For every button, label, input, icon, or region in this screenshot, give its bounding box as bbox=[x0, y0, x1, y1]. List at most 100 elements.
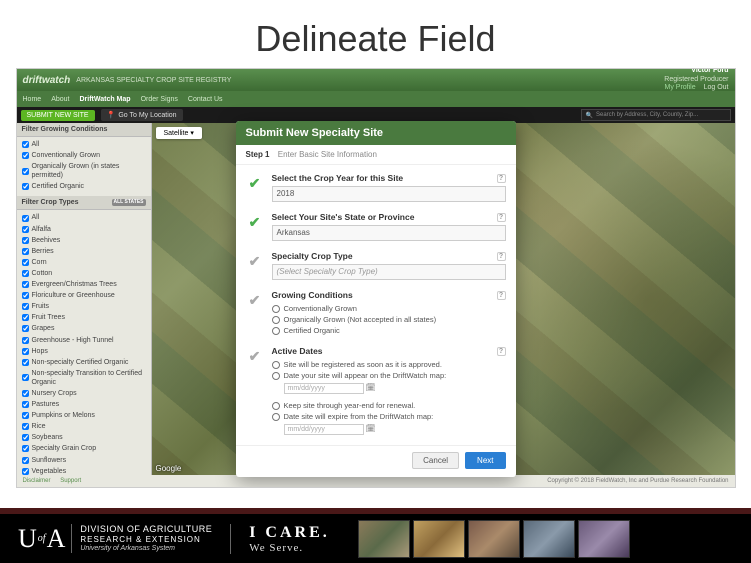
location-icon: 📍 bbox=[107, 111, 116, 119]
checkbox[interactable] bbox=[22, 412, 29, 419]
all-states-badge[interactable]: ALL STATES bbox=[112, 199, 146, 206]
list-item[interactable]: Cotton bbox=[22, 268, 146, 279]
checkbox[interactable] bbox=[22, 423, 29, 430]
list-item[interactable]: Pumpkins or Melons bbox=[22, 410, 146, 421]
radio[interactable] bbox=[272, 413, 280, 421]
list-item[interactable]: Nursery Crops bbox=[22, 388, 146, 399]
checkbox[interactable] bbox=[22, 374, 29, 381]
checkbox[interactable] bbox=[22, 337, 29, 344]
nav-about[interactable]: About bbox=[51, 96, 69, 103]
start-date-input[interactable]: mm/dd/yyyy bbox=[284, 383, 364, 394]
list-item[interactable]: All bbox=[22, 212, 146, 223]
date-option[interactable]: Date site will expire from the DriftWatc… bbox=[272, 411, 506, 422]
checkbox[interactable] bbox=[22, 303, 29, 310]
checkbox[interactable] bbox=[22, 348, 29, 355]
calendar-icon[interactable]: 🗓 bbox=[366, 383, 376, 392]
checkbox[interactable] bbox=[22, 359, 29, 366]
list-item[interactable]: Conventionally Grown bbox=[22, 150, 146, 161]
state-label: Select Your Site's State or Province bbox=[272, 212, 415, 222]
radio[interactable] bbox=[272, 361, 280, 369]
list-item[interactable]: Hops bbox=[22, 346, 146, 357]
list-item[interactable]: Floriculture or Greenhouse bbox=[22, 290, 146, 301]
list-item[interactable]: Greenhouse - High Tunnel bbox=[22, 335, 146, 346]
list-item[interactable]: Rice bbox=[22, 421, 146, 432]
checkbox[interactable] bbox=[22, 259, 29, 266]
checkbox[interactable] bbox=[22, 215, 29, 222]
next-button[interactable]: Next bbox=[465, 452, 505, 469]
help-icon[interactable]: ? bbox=[497, 174, 506, 183]
checkbox[interactable] bbox=[22, 281, 29, 288]
radio[interactable] bbox=[272, 372, 280, 380]
growing-option[interactable]: Conventionally Grown bbox=[272, 303, 506, 314]
list-item[interactable]: Certified Organic bbox=[22, 181, 146, 192]
goto-location-button[interactable]: 📍 Go To My Location bbox=[101, 109, 183, 121]
submit-new-site-button[interactable]: SUBMIT NEW SITE bbox=[21, 110, 95, 121]
checkbox[interactable] bbox=[22, 168, 29, 175]
list-item[interactable]: Vegetables bbox=[22, 466, 146, 475]
list-item[interactable]: Fruit Trees bbox=[22, 312, 146, 323]
checkbox[interactable] bbox=[22, 401, 29, 408]
checkbox[interactable] bbox=[22, 141, 29, 148]
nav-home[interactable]: Home bbox=[23, 96, 42, 103]
logout-link[interactable]: Log Out bbox=[704, 84, 729, 91]
radio[interactable] bbox=[272, 402, 280, 410]
cancel-button[interactable]: Cancel bbox=[412, 452, 459, 469]
radio[interactable] bbox=[272, 305, 280, 313]
map-type-toggle[interactable]: Satellite ▾ bbox=[156, 127, 202, 139]
help-icon[interactable]: ? bbox=[497, 347, 506, 356]
help-icon[interactable]: ? bbox=[497, 291, 506, 300]
my-profile-link[interactable]: My Profile bbox=[665, 84, 696, 91]
checkbox[interactable] bbox=[22, 152, 29, 159]
nav-contact[interactable]: Contact Us bbox=[188, 96, 223, 103]
list-item[interactable]: Evergreen/Christmas Trees bbox=[22, 279, 146, 290]
date-option[interactable]: Site will be registered as soon as it is… bbox=[272, 359, 506, 370]
end-date-input[interactable]: mm/dd/yyyy bbox=[284, 424, 364, 435]
checkbox[interactable] bbox=[22, 226, 29, 233]
list-item[interactable]: Berries bbox=[22, 246, 146, 257]
brand-logo[interactable]: driftwatch bbox=[23, 75, 71, 86]
growing-option[interactable]: Organically Grown (Not accepted in all s… bbox=[272, 314, 506, 325]
list-item[interactable]: Alfalfa bbox=[22, 224, 146, 235]
help-icon[interactable]: ? bbox=[497, 213, 506, 222]
calendar-icon[interactable]: 🗓 bbox=[366, 424, 376, 433]
list-item[interactable]: Corn bbox=[22, 257, 146, 268]
support-link[interactable]: Support bbox=[60, 478, 81, 484]
list-item[interactable]: Sunflowers bbox=[22, 455, 146, 466]
checkbox[interactable] bbox=[22, 248, 29, 255]
checkbox[interactable] bbox=[22, 390, 29, 397]
checkbox[interactable] bbox=[22, 314, 29, 321]
checkbox[interactable] bbox=[22, 270, 29, 277]
nav-signs[interactable]: Order Signs bbox=[141, 96, 178, 103]
list-item[interactable]: Specialty Grain Crop bbox=[22, 443, 146, 454]
checkbox[interactable] bbox=[22, 292, 29, 299]
radio[interactable] bbox=[272, 316, 280, 324]
checkbox[interactable] bbox=[22, 434, 29, 441]
search-input[interactable]: 🔍 Search by Address, City, County, Zip..… bbox=[581, 109, 731, 121]
growing-option[interactable]: Certified Organic bbox=[272, 325, 506, 336]
list-item[interactable]: Non-specialty Certified Organic bbox=[22, 357, 146, 368]
checkbox[interactable] bbox=[22, 183, 29, 190]
list-item[interactable]: Soybeans bbox=[22, 432, 146, 443]
checkbox[interactable] bbox=[22, 325, 29, 332]
list-item[interactable]: All bbox=[22, 139, 146, 150]
help-icon[interactable]: ? bbox=[497, 252, 506, 261]
checkbox[interactable] bbox=[22, 468, 29, 475]
list-item[interactable]: Pastures bbox=[22, 399, 146, 410]
date-option[interactable]: Date your site will appear on the DriftW… bbox=[272, 370, 506, 381]
checkbox[interactable] bbox=[22, 237, 29, 244]
radio[interactable] bbox=[272, 327, 280, 335]
date-option[interactable]: Keep site through year-end for renewal. bbox=[272, 400, 506, 411]
state-select[interactable]: Arkansas bbox=[272, 225, 506, 241]
list-item[interactable]: Organically Grown (in states permitted) bbox=[22, 161, 146, 181]
cropyear-select[interactable]: 2018 bbox=[272, 186, 506, 202]
list-item[interactable]: Fruits bbox=[22, 301, 146, 312]
list-item[interactable]: Non-specialty Transition to Certified Or… bbox=[22, 368, 146, 388]
croptype-select[interactable]: (Select Specialty Crop Type) bbox=[272, 264, 506, 280]
list-item[interactable]: Grapes bbox=[22, 323, 146, 334]
checkbox[interactable] bbox=[22, 457, 29, 464]
disclaimer-link[interactable]: Disclaimer bbox=[23, 478, 51, 484]
nav-map[interactable]: DriftWatch Map bbox=[79, 96, 130, 103]
checkbox[interactable] bbox=[22, 445, 29, 452]
list-item[interactable]: Beehives bbox=[22, 235, 146, 246]
check-icon: ✔ bbox=[249, 253, 261, 280]
